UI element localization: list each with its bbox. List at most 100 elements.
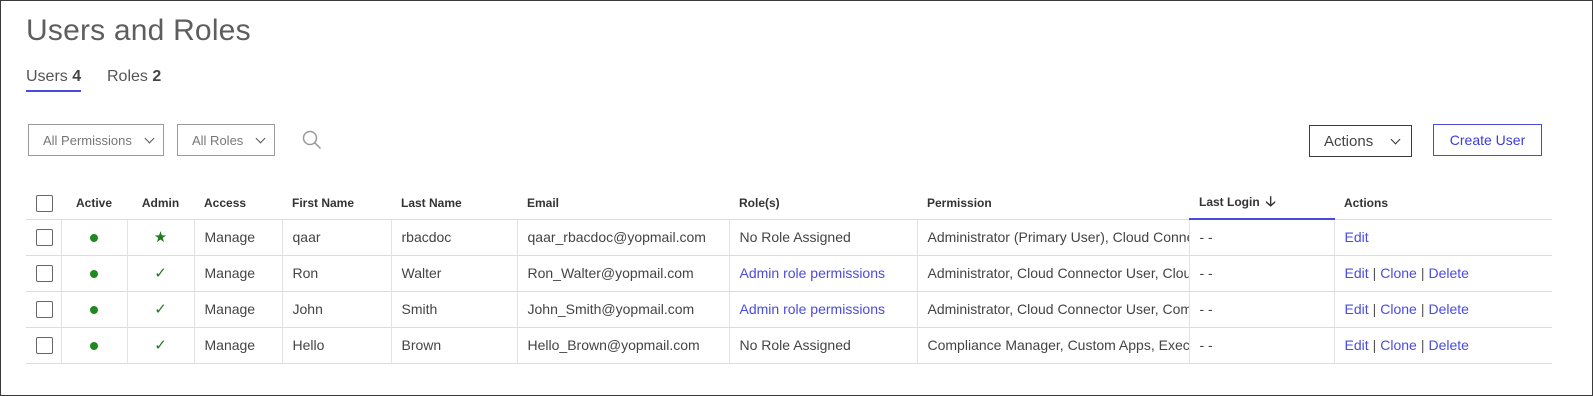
table-row: ✓ Manage John Smith John_Smith@yopmail.c…: [26, 291, 1552, 328]
column-header-roles[interactable]: Role(s): [729, 184, 917, 220]
admin-cell: ✓: [126, 255, 194, 292]
last-name-cell: rbacdoc: [390, 219, 517, 256]
role-link[interactable]: Admin role permissions: [740, 265, 886, 281]
tab-roles-label: Roles: [107, 68, 148, 85]
email-cell: qaar_rbacdoc@yopmail.com: [516, 219, 729, 256]
table-row: ★ Manage qaar rbacdoc qaar_rbacdoc@yopma…: [26, 219, 1552, 256]
admin-cell: ★: [126, 219, 194, 256]
table-row: ✓ Manage Hello Brown Hello_Brown@yopmail…: [26, 327, 1552, 364]
roles-cell: No Role Assigned: [728, 327, 917, 364]
roles-filter-value: All Roles: [192, 132, 244, 148]
table-header-row: Active Admin Access First Name Last Name…: [26, 184, 1552, 220]
select-all-cell: [26, 184, 61, 220]
role-link[interactable]: Admin role permissions: [740, 301, 886, 317]
first-name-cell: Hello: [281, 327, 391, 364]
permission-cell: Administrator, Cloud Connector User, Com…: [916, 291, 1189, 328]
separator: |: [1372, 301, 1377, 317]
delete-link[interactable]: Delete: [1429, 301, 1469, 317]
last-name-cell: Walter: [390, 255, 517, 292]
edit-link[interactable]: Edit: [1345, 265, 1369, 281]
first-name-cell: qaar: [281, 219, 391, 256]
permission-cell: Compliance Manager, Custom Apps, Executi…: [916, 327, 1189, 364]
column-header-email[interactable]: Email: [517, 184, 729, 220]
active-cell: [60, 255, 127, 292]
edit-link[interactable]: Edit: [1345, 229, 1369, 245]
permission-cell: Administrator, Cloud Connector User, Clo…: [916, 255, 1189, 292]
last-login-cell: - -: [1188, 327, 1334, 364]
create-user-label: Create User: [1449, 132, 1526, 148]
separator: |: [1420, 337, 1425, 353]
last-login-cell: - -: [1188, 219, 1334, 256]
active-cell: [60, 219, 127, 256]
column-header-active[interactable]: Active: [61, 184, 127, 220]
last-name-cell: Brown: [390, 327, 517, 364]
tab-users[interactable]: Users 4: [26, 68, 82, 92]
email-cell: Hello_Brown@yopmail.com: [516, 327, 729, 364]
active-cell: [60, 291, 127, 328]
roles-cell: No Role Assigned: [728, 219, 917, 256]
roles-filter-dropdown[interactable]: All Roles: [177, 124, 275, 156]
tab-roles[interactable]: Roles 2: [107, 68, 161, 90]
table-row: ✓ Manage Ron Walter Ron_Walter@yopmail.c…: [26, 255, 1552, 292]
first-name-cell: Ron: [281, 255, 391, 292]
clone-link[interactable]: Clone: [1380, 301, 1417, 317]
row-select-cell: [26, 327, 61, 364]
active-status-dot: [90, 234, 98, 242]
actions-cell: Edit | Clone | Delete: [1333, 327, 1552, 364]
separator: |: [1372, 265, 1377, 281]
tab-users-count: 4: [72, 68, 82, 85]
sort-down-arrow-icon: 🡣: [1265, 193, 1276, 209]
actions-button-label: Actions: [1324, 132, 1374, 150]
separator: |: [1372, 337, 1377, 353]
chevron-down-icon: [144, 133, 155, 143]
delete-link[interactable]: Delete: [1429, 337, 1469, 353]
admin-cell: ✓: [126, 327, 194, 364]
roles-cell: Admin role permissions: [728, 255, 917, 292]
actions-cell: Edit: [1333, 219, 1552, 256]
search-icon[interactable]: [302, 130, 322, 150]
admin-check-icon: ✓: [154, 337, 167, 354]
clone-link[interactable]: Clone: [1380, 337, 1417, 353]
separator: |: [1420, 301, 1425, 317]
row-checkbox[interactable]: [36, 228, 53, 246]
select-all-checkbox[interactable]: [36, 194, 53, 212]
actions-cell: Edit | Clone | Delete: [1333, 291, 1552, 328]
permissions-filter-value: All Permissions: [43, 132, 132, 148]
column-header-last-name[interactable]: Last Name: [391, 184, 517, 220]
access-cell: Manage: [193, 291, 282, 328]
tab-roles-count: 2: [152, 68, 162, 85]
access-cell: Manage: [193, 219, 282, 256]
column-header-first-name[interactable]: First Name: [282, 184, 391, 220]
first-name-cell: John: [281, 291, 391, 328]
row-checkbox[interactable]: [36, 300, 53, 318]
last-name-cell: Smith: [390, 291, 517, 328]
separator: |: [1420, 265, 1425, 281]
email-cell: John_Smith@yopmail.com: [516, 291, 729, 328]
email-cell: Ron_Walter@yopmail.com: [516, 255, 729, 292]
row-checkbox[interactable]: [36, 336, 53, 354]
chevron-down-icon: [255, 133, 266, 143]
column-header-last-login[interactable]: Last Login 🡣: [1189, 184, 1334, 220]
page-title: Users and Roles: [26, 14, 251, 47]
column-header-permission[interactable]: Permission: [917, 184, 1189, 220]
actions-dropdown-button[interactable]: Actions: [1309, 125, 1412, 157]
admin-check-icon: ✓: [154, 301, 167, 318]
column-header-actions: Actions: [1334, 184, 1552, 220]
last-login-cell: - -: [1188, 255, 1334, 292]
edit-link[interactable]: Edit: [1345, 337, 1369, 353]
column-header-access[interactable]: Access: [194, 184, 282, 220]
permissions-filter-dropdown[interactable]: All Permissions: [28, 124, 164, 156]
clone-link[interactable]: Clone: [1380, 265, 1417, 281]
access-cell: Manage: [193, 327, 282, 364]
edit-link[interactable]: Edit: [1345, 301, 1369, 317]
active-status-dot: [90, 342, 98, 350]
admin-check-icon: ✓: [154, 265, 167, 282]
row-checkbox[interactable]: [36, 264, 53, 282]
permission-cell: Administrator (Primary User), Cloud Conn…: [916, 219, 1189, 256]
create-user-button[interactable]: Create User: [1433, 124, 1542, 156]
active-cell: [60, 327, 127, 364]
chevron-down-icon: [1390, 134, 1401, 144]
delete-link[interactable]: Delete: [1429, 265, 1469, 281]
last-login-cell: - -: [1188, 291, 1334, 328]
column-header-admin[interactable]: Admin: [127, 184, 194, 220]
